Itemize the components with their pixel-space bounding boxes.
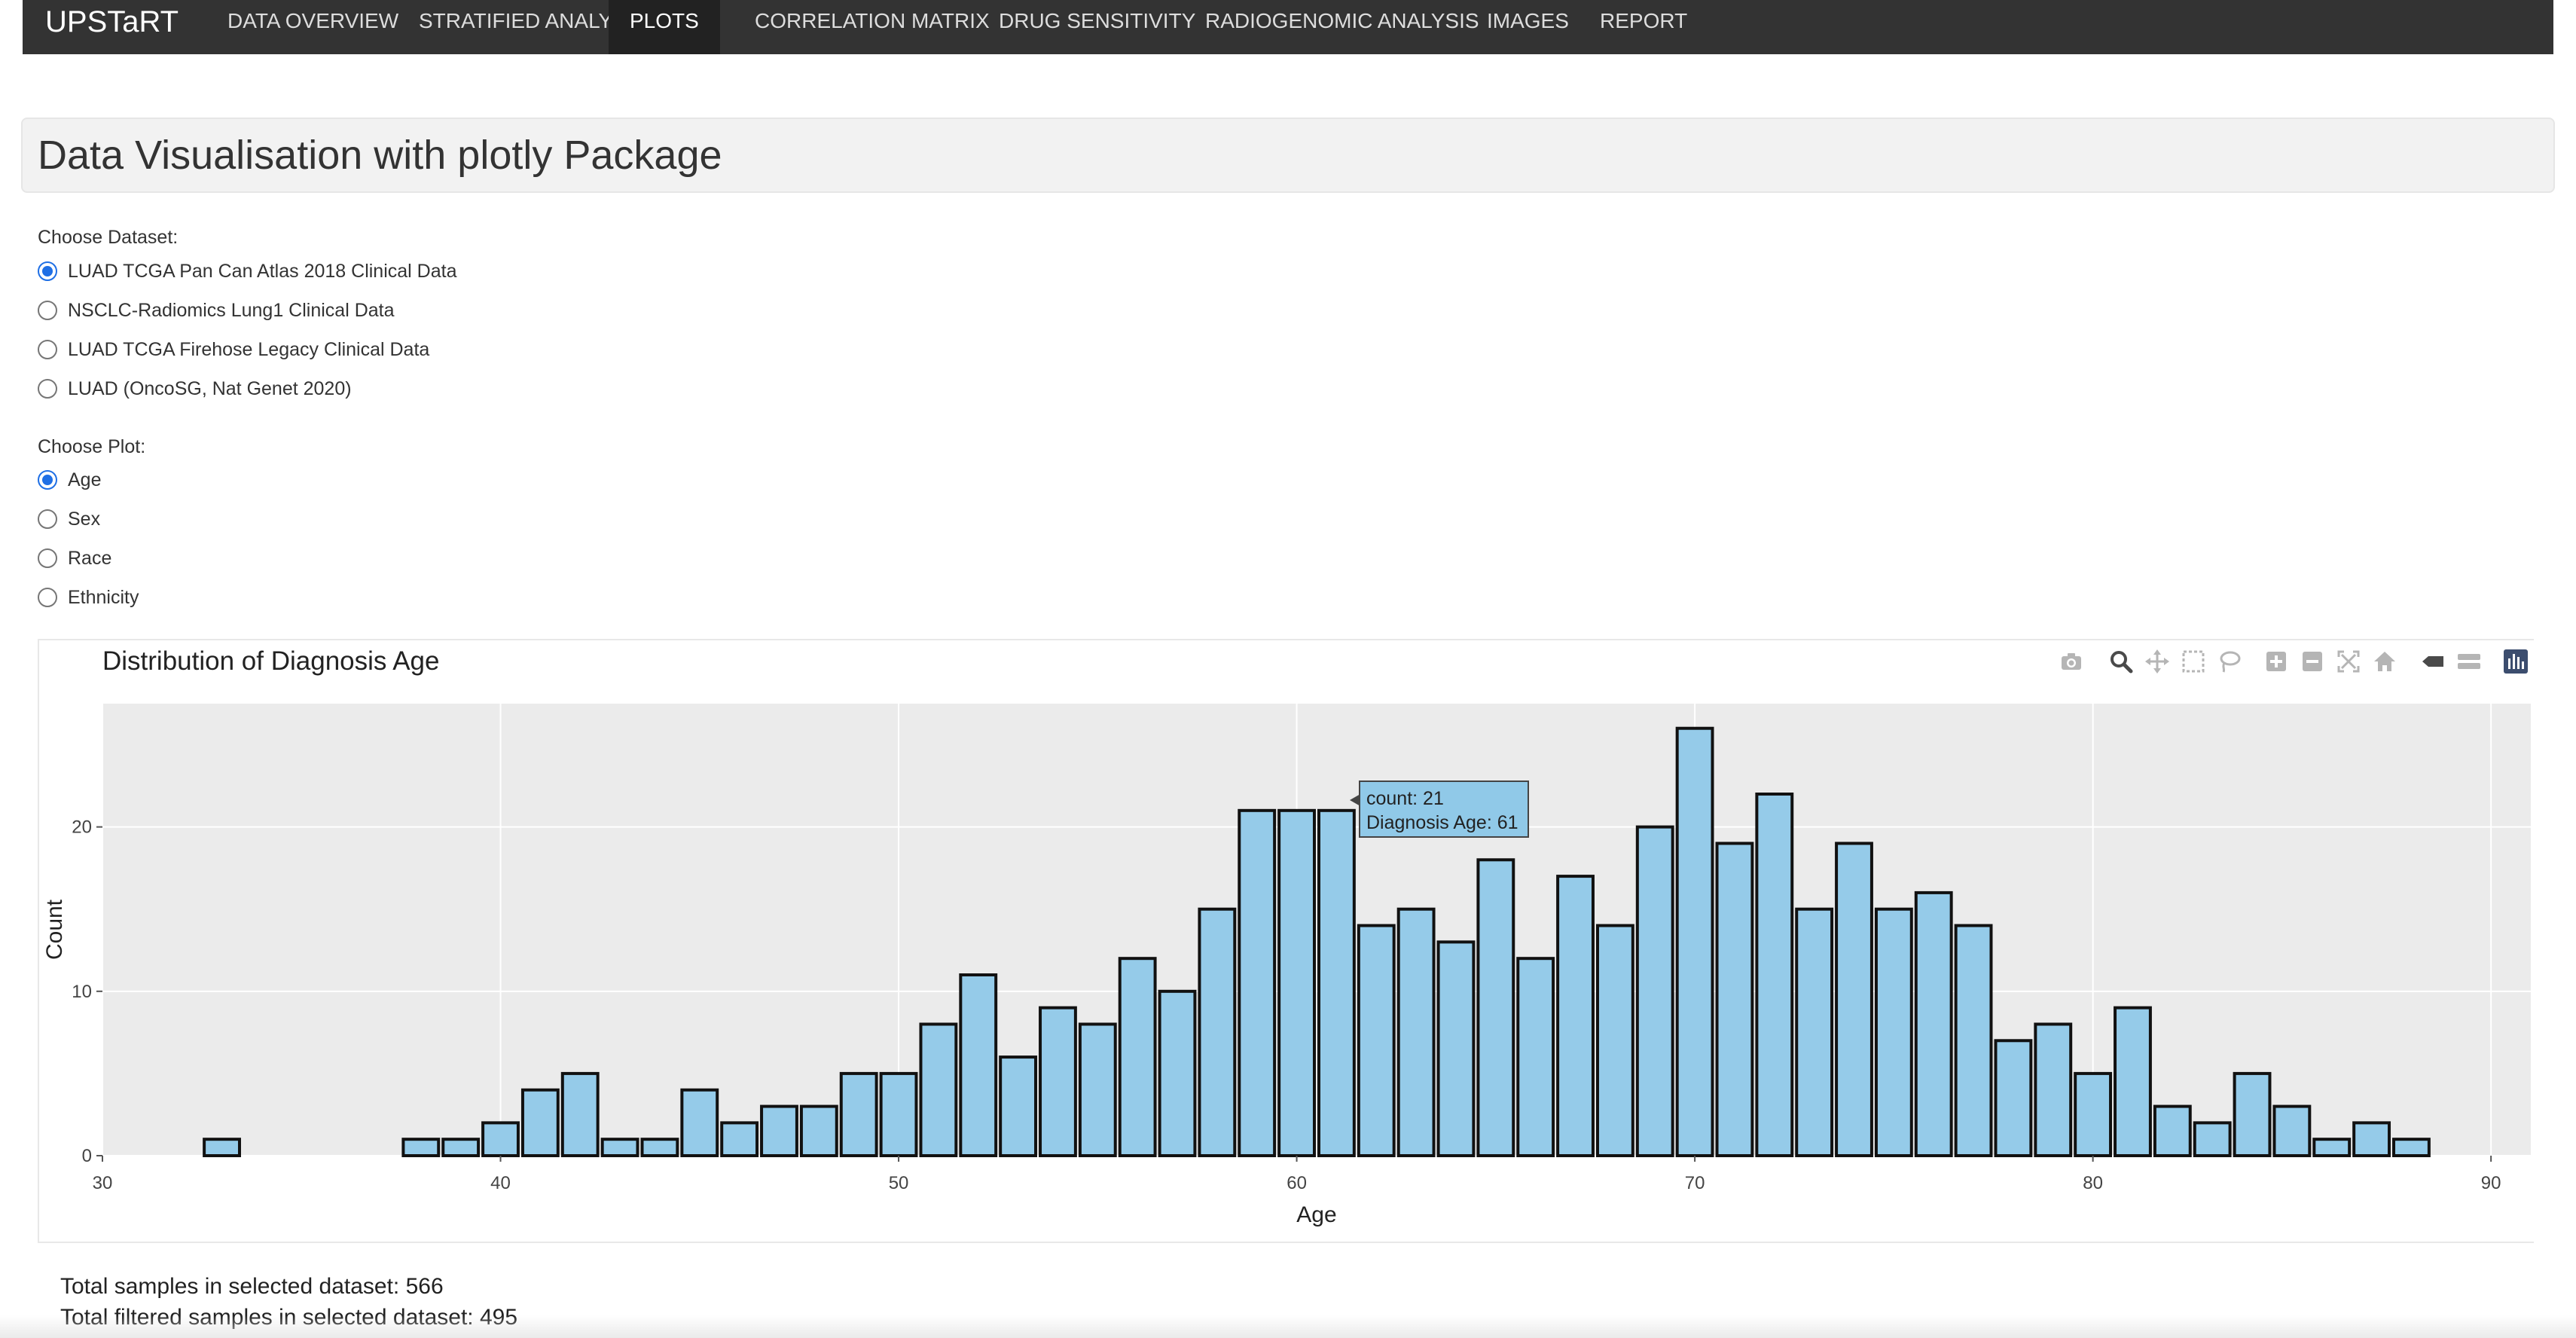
histogram-bar[interactable] <box>1039 1006 1077 1157</box>
histogram-bar[interactable] <box>1795 907 1834 1158</box>
histogram-bar[interactable] <box>1436 940 1476 1157</box>
hover-tooltip: count: 21 Diagnosis Age: 61 <box>1350 780 1529 838</box>
histogram-bar[interactable] <box>2034 1022 2073 1158</box>
histogram-bar[interactable] <box>1396 907 1436 1158</box>
histogram-bar[interactable] <box>1556 875 1595 1158</box>
histogram-bar[interactable] <box>2312 1138 2352 1157</box>
plot-area[interactable] <box>102 704 2531 1156</box>
histogram-bar[interactable] <box>1635 825 1674 1157</box>
x-tick-label: 30 <box>93 1173 113 1193</box>
histogram-bar[interactable] <box>2193 1121 2232 1158</box>
x-tick-label: 50 <box>889 1173 909 1193</box>
histogram-bar[interactable] <box>1874 907 1913 1158</box>
histogram-chart[interactable]: 30 40 50 60 70 80 90 0 10 20 Age Count <box>0 0 2576 1338</box>
histogram-bar[interactable] <box>879 1071 918 1157</box>
histogram-bar[interactable] <box>2392 1138 2431 1157</box>
histogram-bar[interactable] <box>1755 793 1794 1157</box>
histogram-bar[interactable] <box>2233 1071 2272 1157</box>
histogram-bar[interactable] <box>760 1104 798 1157</box>
histogram-bar[interactable] <box>2352 1121 2391 1158</box>
histogram-bar[interactable] <box>919 1022 958 1158</box>
histogram-bar[interactable] <box>1078 1022 1117 1158</box>
histogram-bar[interactable] <box>2114 1006 2152 1157</box>
histogram-bar[interactable] <box>1277 808 1317 1158</box>
histogram-bar[interactable] <box>680 1088 719 1158</box>
x-tick-label: 80 <box>2083 1173 2103 1193</box>
histogram-bar[interactable] <box>481 1121 520 1158</box>
histogram-bar[interactable] <box>441 1138 481 1157</box>
histogram-bar[interactable] <box>799 1104 838 1157</box>
histogram-bar[interactable] <box>1675 726 1714 1157</box>
x-tick-label: 90 <box>2481 1173 2501 1193</box>
x-tick-label: 40 <box>490 1173 511 1193</box>
histogram-bar[interactable] <box>2153 1104 2192 1157</box>
x-tick-label: 60 <box>1286 1173 1307 1193</box>
total-samples-text: Total samples in selected dataset: 566 <box>60 1274 444 1299</box>
y-tick-label: 0 <box>82 1146 92 1166</box>
histogram-bar[interactable] <box>1954 924 1993 1157</box>
histogram-bar[interactable] <box>600 1138 639 1157</box>
histogram-bar[interactable] <box>1238 808 1277 1158</box>
histogram-bar[interactable] <box>1994 1039 2033 1157</box>
histogram-bar[interactable] <box>1476 858 1515 1157</box>
histogram-bar[interactable] <box>959 973 998 1157</box>
histogram-bar[interactable] <box>560 1071 600 1157</box>
x-tick-label: 70 <box>1685 1173 1705 1193</box>
tooltip-count: count: 21 <box>1366 788 1444 809</box>
y-tick-label: 20 <box>72 817 92 838</box>
histogram-bar[interactable] <box>1118 957 1157 1157</box>
histogram-bar[interactable] <box>203 1138 241 1157</box>
histogram-bar[interactable] <box>839 1071 878 1157</box>
histogram-bar[interactable] <box>1595 924 1634 1157</box>
histogram-bar[interactable] <box>2074 1071 2113 1157</box>
histogram-bar[interactable] <box>999 1055 1038 1158</box>
histogram-bar[interactable] <box>720 1121 759 1158</box>
histogram-bar[interactable] <box>401 1138 441 1157</box>
histogram-bar[interactable] <box>520 1088 560 1158</box>
histogram-bar[interactable] <box>1516 957 1555 1157</box>
bottom-fade <box>0 1315 2576 1338</box>
x-axis-title: Age <box>1296 1202 1336 1227</box>
histogram-bar[interactable] <box>640 1138 679 1157</box>
y-tick-label: 10 <box>72 982 92 1002</box>
histogram-bar[interactable] <box>1198 907 1237 1158</box>
histogram-bar[interactable] <box>1914 890 1953 1157</box>
histogram-bar[interactable] <box>1835 842 1873 1158</box>
y-axis-title: Count <box>42 899 67 960</box>
histogram-bar[interactable] <box>1317 808 1356 1158</box>
histogram-bar[interactable] <box>1715 842 1754 1158</box>
histogram-bar[interactable] <box>1357 924 1396 1157</box>
histogram-bar[interactable] <box>2272 1104 2312 1157</box>
histogram-bar[interactable] <box>1158 989 1197 1158</box>
tooltip-age: Diagnosis Age: 61 <box>1366 812 1518 833</box>
